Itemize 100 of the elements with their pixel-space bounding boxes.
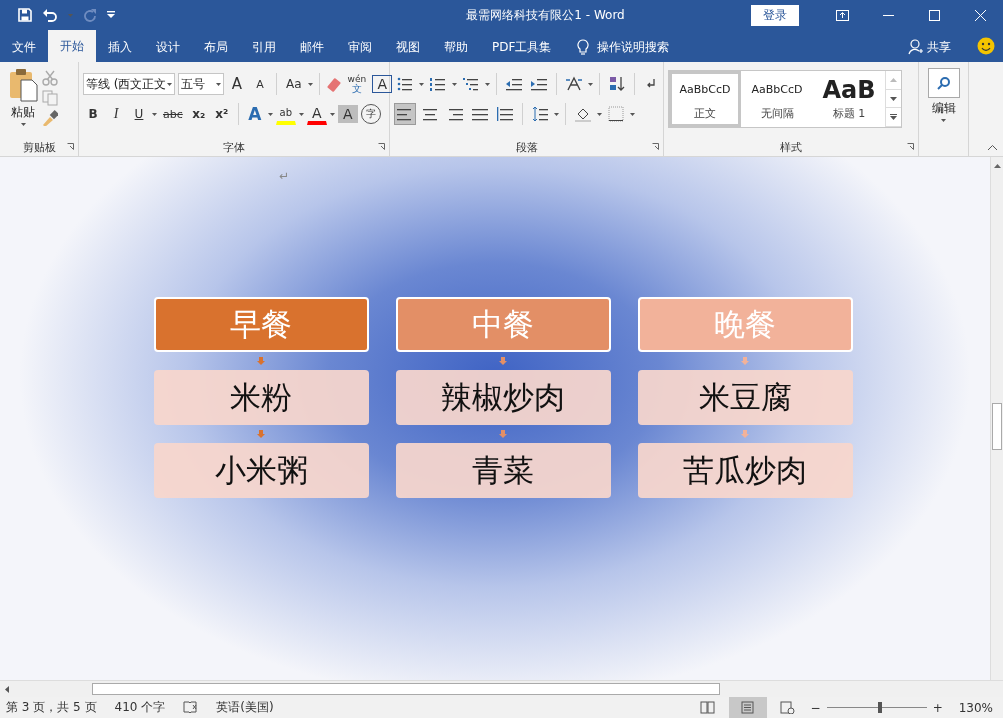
zoom-level[interactable]: 130% (958, 700, 993, 715)
group-label: 字体 (223, 139, 245, 155)
editing-button[interactable]: 编辑 (931, 100, 956, 117)
dialog-launcher-icon[interactable] (907, 143, 914, 150)
align-left-button[interactable] (394, 103, 416, 125)
caret-icon[interactable] (329, 112, 335, 116)
borders-button[interactable] (605, 103, 627, 125)
caret-icon[interactable] (452, 82, 457, 86)
subscript-button[interactable]: x₂ (188, 103, 209, 125)
caret-icon[interactable] (167, 82, 172, 86)
caret-icon[interactable] (216, 82, 221, 86)
strikethrough-button[interactable]: abc (160, 103, 186, 125)
word-count[interactable]: 410 个字 (114, 699, 166, 716)
ribbon-tab[interactable]: 插入 (96, 32, 144, 62)
phonetic-top-text: wén (347, 75, 367, 84)
ribbon-tab[interactable]: PDF工具集 (480, 32, 564, 62)
ribbon-tab[interactable]: 设计 (144, 32, 192, 62)
read-mode-icon (700, 701, 716, 714)
phonetic-guide-button[interactable]: wén 文 (344, 73, 370, 95)
center-icon (422, 106, 438, 122)
caret-icon[interactable] (941, 119, 946, 122)
caret-icon[interactable] (20, 123, 26, 126)
dialog-launcher-icon[interactable] (67, 143, 74, 150)
bold-button[interactable]: B (83, 103, 103, 125)
scrollbar-thumb[interactable] (992, 403, 1002, 450)
caret-icon[interactable] (152, 112, 157, 116)
close-icon[interactable] (974, 9, 986, 21)
search-icon[interactable] (936, 76, 951, 90)
caret-icon[interactable] (298, 112, 304, 116)
scroll-down-icon[interactable] (890, 96, 897, 101)
change-case-button[interactable]: Aa (283, 73, 305, 95)
lightbulb-icon[interactable] (577, 38, 590, 56)
caret-icon[interactable] (307, 82, 313, 86)
caret-icon[interactable] (419, 82, 424, 86)
ribbon-tab[interactable]: 引用 (240, 32, 288, 62)
underline-button[interactable]: U (129, 103, 149, 125)
caret-icon[interactable] (588, 82, 593, 86)
down-arrow-icon (741, 357, 749, 365)
font-name-field[interactable]: 等线 (西文正文 (83, 73, 175, 95)
dish-item: 辣椒炒肉 (395, 370, 611, 425)
scroll-left-icon[interactable] (5, 685, 9, 693)
character-border-button[interactable]: A (372, 75, 393, 93)
save-icon[interactable] (18, 8, 32, 22)
clipboard-icon[interactable] (8, 68, 38, 102)
smiley-icon[interactable] (977, 37, 995, 55)
ribbon-tab[interactable]: 审阅 (336, 32, 384, 62)
style-option[interactable]: AaBbCcD 正文 (669, 71, 741, 127)
proofing-icon[interactable] (183, 701, 199, 714)
paste-label[interactable]: 粘贴 (11, 104, 35, 121)
down-arrow-icon (741, 430, 749, 438)
person-add-icon[interactable] (908, 39, 923, 55)
ribbon-tab[interactable]: 开始 (48, 30, 96, 62)
customize-icon[interactable] (107, 11, 115, 19)
scrollbar-thumb[interactable] (92, 683, 720, 695)
maximize-icon[interactable] (928, 9, 940, 21)
ribbon-tab[interactable]: 帮助 (432, 32, 480, 62)
highlight-button[interactable]: ab (275, 103, 296, 125)
dialog-launcher-icon[interactable] (652, 143, 659, 150)
ribbon-display-icon[interactable] (835, 9, 849, 21)
shrink-font-button[interactable]: A (250, 73, 270, 95)
caret-icon[interactable] (267, 112, 273, 116)
ribbon-tab[interactable]: 视图 (384, 32, 432, 62)
minimize-icon[interactable] (882, 14, 894, 16)
caret-icon[interactable] (597, 112, 602, 116)
paintbrush-icon[interactable] (42, 110, 58, 126)
ribbon-tab[interactable]: 文件 (0, 32, 48, 62)
dialog-launcher-icon[interactable] (378, 143, 385, 150)
page-count[interactable]: 第 3 页，共 5 页 (6, 699, 97, 716)
style-option[interactable]: AaB 标题 1 (813, 71, 885, 127)
superscript-button[interactable]: x² (211, 103, 232, 125)
grow-font-button[interactable]: A (227, 73, 247, 95)
line-spacing-icon (532, 106, 548, 122)
caret-icon[interactable] (485, 82, 490, 86)
more-styles-icon[interactable] (890, 114, 897, 121)
dish-item: 青菜 (395, 443, 611, 498)
share-button[interactable]: 共享 (927, 38, 951, 56)
text-effects-button[interactable]: A (244, 103, 265, 125)
ribbon-tab[interactable]: 布局 (192, 32, 240, 62)
scroll-up-icon[interactable] (993, 164, 1001, 168)
caret-icon[interactable] (554, 112, 559, 116)
caret-icon[interactable] (630, 112, 635, 116)
style-preview: AaBbCcD (751, 82, 803, 98)
language-indicator[interactable]: 英语(美国) (216, 699, 274, 716)
font-color-button[interactable]: A (306, 103, 327, 125)
undo-icon[interactable] (42, 8, 58, 22)
character-shading-button[interactable]: A (337, 105, 358, 123)
zoom-out-button[interactable]: − (810, 700, 821, 715)
collapse-ribbon-icon[interactable] (988, 145, 997, 150)
style-preview: AaB (822, 77, 876, 102)
view-button[interactable] (728, 697, 767, 718)
font-size-field[interactable]: 五号 (178, 73, 224, 95)
sign-in-button[interactable]: 登录 (751, 4, 799, 26)
style-name: 无间隔 (760, 105, 794, 121)
print-layout-icon (740, 701, 756, 714)
tell-me-search[interactable]: 操作说明搜索 (597, 38, 670, 56)
ribbon-tab[interactable]: 邮件 (288, 32, 336, 62)
style-option[interactable]: AaBbCcD 无间隔 (741, 71, 813, 127)
italic-button[interactable]: I (106, 103, 126, 125)
zoom-in-button[interactable]: + (932, 700, 943, 715)
slider-thumb[interactable] (877, 702, 882, 713)
